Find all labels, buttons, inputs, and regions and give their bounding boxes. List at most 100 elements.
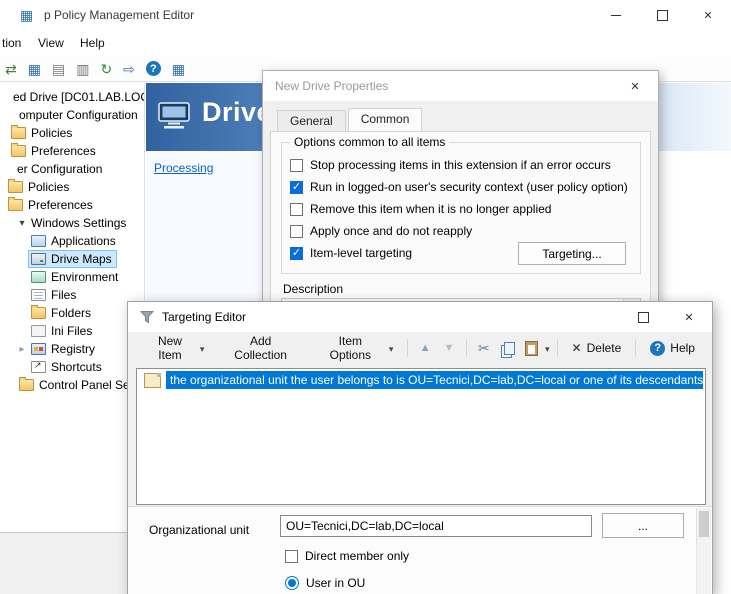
registry-icon (31, 343, 46, 355)
delete-icon (572, 341, 582, 355)
maximize-button[interactable] (639, 0, 685, 30)
checkbox-remove-this-item-when-it-is-no-longer-applied[interactable] (290, 203, 303, 216)
tree-item-inner: Drive Maps (28, 250, 117, 268)
tree-item-folders[interactable]: Folders (0, 304, 144, 322)
chevron-right-icon[interactable] (16, 344, 28, 355)
close-button[interactable] (666, 302, 712, 332)
cut-icon[interactable] (474, 337, 494, 359)
tree-item-label: er Configuration (17, 162, 102, 176)
tree-item-control-panel-sett[interactable]: Control Panel Sett (0, 376, 144, 394)
item-options-button[interactable]: Item Options (310, 329, 401, 367)
targeting-toolbar: New Item Add Collection Item Options Del… (128, 332, 712, 364)
close-button[interactable] (685, 0, 731, 30)
dialog-title: Targeting Editor (162, 310, 246, 324)
delete-label: Delete (587, 341, 622, 355)
refresh-icon[interactable]: ↻ (100, 61, 112, 77)
main-window-title: p Policy Management Editor (44, 8, 194, 22)
browse-button[interactable]: ... (602, 513, 684, 538)
copy-icon[interactable] (504, 342, 515, 355)
tree-item-files[interactable]: Files (0, 286, 144, 304)
printer-icon[interactable]: ▥ (76, 61, 89, 77)
menu-help[interactable]: Help (80, 36, 105, 50)
tree-item-policies[interactable]: Policies (0, 124, 144, 142)
help-label: Help (670, 341, 695, 355)
new-item-button[interactable]: New Item (138, 329, 211, 367)
toolbar-separator (557, 339, 558, 357)
help-button[interactable]: ? Help (643, 336, 702, 361)
move-down-icon[interactable] (439, 337, 459, 359)
tree-item-inner: Preferences (5, 196, 98, 214)
chevron-down-icon (200, 341, 205, 355)
user-in-ou-label: User in OU (306, 576, 365, 590)
move-up-icon[interactable] (415, 337, 435, 359)
tab-common[interactable]: Common (348, 108, 423, 132)
scrollbar[interactable] (696, 508, 711, 594)
tree-item-label: Environment (51, 270, 118, 284)
minimize-button[interactable] (593, 0, 639, 30)
tree-item-policies[interactable]: Policies (0, 178, 144, 196)
checkbox-label: Stop processing items in this extension … (310, 158, 611, 172)
tree-item-applications[interactable]: Applications (0, 232, 144, 250)
option-row: Apply once and do not reapply (290, 220, 634, 242)
table-view-icon[interactable]: ▦ (172, 61, 185, 77)
tab-general[interactable]: General (277, 110, 346, 132)
criterion-properties-panel: Organizational unit ... Direct member on… (128, 506, 712, 594)
paste-dropdown-icon[interactable] (545, 341, 550, 355)
tree-item-preferences[interactable]: Preferences (0, 142, 144, 160)
ou-criterion-icon (144, 373, 161, 388)
add-collection-button[interactable]: Add Collection (215, 329, 305, 367)
checkbox-run-in-logged-on-user-s-security-context-user-policy-option[interactable] (290, 181, 303, 194)
tree-item-windows-settings[interactable]: Windows Settings (0, 214, 144, 232)
folder-icon (11, 127, 26, 139)
tree-item-inner: Registry (28, 340, 100, 358)
menu-action[interactable]: tion (2, 36, 21, 50)
user-in-ou-option[interactable]: User in OU (285, 576, 365, 590)
organizational-unit-input[interactable] (280, 515, 592, 537)
tree-item-ed-drive-dc01-lab-loca[interactable]: ed Drive [DC01.LAB.LOCA (0, 88, 144, 106)
tree-item-label: Ini Files (51, 324, 92, 338)
nav-pages-icon[interactable]: ⇄ (5, 61, 17, 77)
tree-item-ini-files[interactable]: Ini Files (0, 322, 144, 340)
checkbox-stop-processing-items-in-this-extension-if-an-error-occurs[interactable] (290, 159, 303, 172)
tree-item-label: Files (51, 288, 76, 302)
clipboard-icon[interactable]: ▤ (52, 61, 65, 77)
groupbox-label: Options common to all items (290, 135, 449, 149)
tree-item-drive-maps[interactable]: Drive Maps (0, 250, 144, 268)
delete-button[interactable]: Delete (565, 336, 629, 360)
close-icon (703, 8, 712, 22)
tree-item-environment[interactable]: Environment (0, 268, 144, 286)
chevron-down-icon[interactable] (16, 218, 28, 229)
tree-item-shortcuts[interactable]: Shortcuts (0, 358, 144, 376)
console-tree-icon[interactable]: ▦ (28, 61, 41, 77)
folder-icon (31, 307, 46, 319)
help-icon[interactable]: ? (146, 61, 161, 76)
paste-icon[interactable] (525, 341, 538, 356)
checkbox-item-level-targeting[interactable] (290, 247, 303, 260)
folder-icon (11, 145, 26, 157)
checkbox-label: Run in logged-on user's security context… (310, 180, 628, 194)
list-item[interactable]: the organizational unit the user belongs… (137, 370, 705, 390)
tree-item-er-configuration[interactable]: er Configuration (0, 160, 144, 178)
tree-item-label: Applications (51, 234, 116, 248)
tree-item-inner: ed Drive [DC01.LAB.LOCA (10, 88, 145, 106)
description-label: Description (283, 282, 343, 296)
maximize-button[interactable] (620, 302, 666, 332)
user-in-ou-radio[interactable] (285, 576, 299, 590)
checkbox-apply-once-and-do-not-reapply[interactable] (290, 225, 303, 238)
direct-member-only-checkbox[interactable] (285, 550, 298, 563)
tree-item-omputer-configuration[interactable]: omputer Configuration (0, 106, 144, 124)
tree-item-registry[interactable]: Registry (0, 340, 144, 358)
menu-view[interactable]: View (38, 36, 64, 50)
processing-link[interactable]: Processing (154, 161, 213, 175)
targeting-button[interactable]: Targeting... (518, 242, 626, 265)
dialog-close-button[interactable] (612, 71, 658, 101)
tree-item-label: omputer Configuration (19, 108, 138, 122)
tree-item-preferences[interactable]: Preferences (0, 196, 144, 214)
close-icon (630, 79, 639, 93)
export-list-icon[interactable]: ⇨ (123, 61, 135, 77)
tree-item-label: Policies (31, 126, 72, 140)
targeting-items-list[interactable]: the organizational unit the user belongs… (136, 368, 706, 505)
direct-member-only-label: Direct member only (305, 549, 409, 563)
toolbar-separator (635, 339, 636, 357)
direct-member-only-option[interactable]: Direct member only (285, 549, 409, 563)
